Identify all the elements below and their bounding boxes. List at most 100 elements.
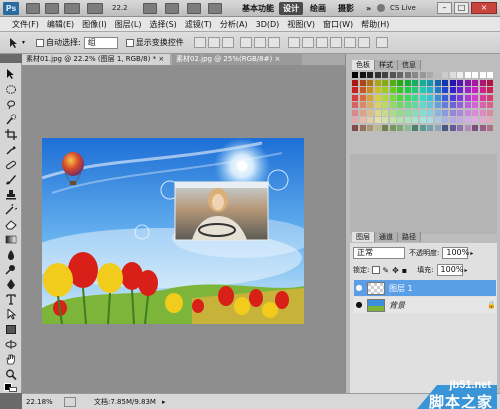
distribute-vcenter-icon[interactable] (301, 37, 314, 48)
color-swatch[interactable] (412, 124, 418, 131)
color-swatch[interactable] (374, 124, 381, 131)
color-swatch[interactable] (374, 117, 381, 123)
color-swatch[interactable] (434, 102, 441, 108)
history-brush-tool-icon[interactable] (5, 204, 17, 215)
color-swatch[interactable] (404, 109, 411, 116)
color-swatch[interactable] (427, 79, 433, 86)
color-swatch[interactable] (442, 124, 448, 131)
color-swatch[interactable] (419, 117, 426, 123)
eyedropper-tool-icon[interactable] (5, 144, 17, 155)
preset-dropdown-icon[interactable]: ▾ (22, 39, 28, 46)
layer-name[interactable]: 背景 (389, 300, 405, 311)
color-swatch[interactable] (419, 79, 426, 86)
color-swatch[interactable] (352, 94, 358, 101)
color-swatch[interactable] (367, 117, 373, 123)
color-swatch[interactable] (427, 124, 433, 131)
color-swatch[interactable] (457, 117, 463, 123)
color-swatch[interactable] (479, 87, 486, 93)
lock-paint-icon[interactable]: ✎ (382, 266, 389, 275)
path-selection-tool-icon[interactable] (5, 309, 17, 320)
lasso-tool-icon[interactable] (5, 99, 17, 110)
color-swatch[interactable] (472, 124, 478, 131)
color-swatch[interactable] (352, 109, 358, 116)
3d-rotate-tool-icon[interactable] (5, 339, 17, 350)
color-swatch[interactable] (412, 72, 418, 78)
brush-tool-icon[interactable] (5, 174, 17, 185)
color-swatch[interactable] (382, 94, 388, 101)
color-swatch[interactable] (487, 72, 493, 78)
color-swatch[interactable] (359, 109, 366, 116)
color-swatch[interactable] (442, 72, 448, 78)
color-swatch[interactable] (419, 72, 426, 78)
align-top-icon[interactable] (193, 37, 206, 48)
color-swatch[interactable] (442, 94, 448, 101)
color-swatch[interactable] (487, 102, 493, 108)
color-swatch[interactable] (374, 94, 381, 101)
color-swatch[interactable] (472, 117, 478, 123)
opacity-input[interactable]: 100% (442, 247, 469, 259)
color-swatch[interactable] (434, 79, 441, 86)
marquee-tool-icon[interactable] (5, 84, 17, 95)
tab-swatches[interactable]: 色板 (352, 60, 375, 70)
workspace-painting[interactable]: 绘画 (306, 2, 330, 15)
color-swatch[interactable] (434, 87, 441, 93)
status-menu-icon[interactable]: ▸ (162, 398, 166, 406)
color-swatch[interactable] (449, 79, 456, 86)
color-swatch[interactable] (487, 87, 493, 93)
color-swatch[interactable] (457, 79, 463, 86)
color-swatch[interactable] (449, 94, 456, 101)
color-swatch[interactable] (487, 94, 493, 101)
menu-file[interactable]: 文件(F) (8, 17, 43, 32)
color-swatch[interactable] (472, 72, 478, 78)
color-swatch[interactable] (412, 117, 418, 123)
color-swatch[interactable] (479, 109, 486, 116)
color-swatch[interactable] (389, 87, 396, 93)
color-swatch[interactable] (457, 94, 463, 101)
dodge-tool-icon[interactable] (5, 264, 17, 275)
color-swatch[interactable] (479, 102, 486, 108)
color-swatch[interactable] (449, 72, 456, 78)
menu-filter[interactable]: 滤镜(T) (181, 17, 216, 32)
color-swatch[interactable] (472, 87, 478, 93)
color-swatch[interactable] (457, 102, 463, 108)
workspace-essentials[interactable]: 基本功能 (238, 2, 278, 15)
color-swatch[interactable] (367, 102, 373, 108)
color-swatch[interactable] (472, 79, 478, 86)
color-swatch[interactable] (419, 102, 426, 108)
color-swatch[interactable] (359, 72, 366, 78)
hand-tool-icon[interactable] (143, 3, 157, 14)
fill-dropdown-icon[interactable]: ▸ (465, 267, 468, 274)
close-button[interactable]: × (471, 2, 497, 14)
type-tool-icon[interactable] (5, 294, 17, 305)
color-swatch[interactable] (427, 102, 433, 108)
quick-select-tool-icon[interactable] (5, 114, 17, 125)
color-swatch[interactable] (389, 117, 396, 123)
crop-tool-icon[interactable] (5, 129, 17, 140)
tab-document-2[interactable]: 素材02.jpg @ 25%(RGB/8#) × (172, 54, 302, 65)
color-swatch[interactable] (419, 109, 426, 116)
color-swatch[interactable] (352, 87, 358, 93)
color-swatch[interactable] (367, 124, 373, 131)
distribute-bottom-icon[interactable] (315, 37, 328, 48)
color-swatch[interactable] (404, 79, 411, 86)
color-swatch[interactable] (359, 79, 366, 86)
zoom-tool-icon[interactable] (87, 3, 103, 14)
color-swatch[interactable] (434, 117, 441, 123)
color-swatch[interactable] (442, 117, 448, 123)
color-swatch[interactable] (374, 79, 381, 86)
color-swatch[interactable] (404, 102, 411, 108)
color-swatch[interactable] (382, 72, 388, 78)
color-swatch[interactable] (427, 117, 433, 123)
align-right-icon[interactable] (267, 37, 280, 48)
zoom-tool-icon[interactable] (5, 369, 17, 380)
color-swatch[interactable] (449, 124, 456, 131)
more-workspaces-button[interactable]: » (362, 2, 375, 15)
document-canvas-image[interactable] (42, 138, 304, 324)
color-swatch[interactable] (389, 102, 396, 108)
menu-view[interactable]: 视图(V) (283, 17, 319, 32)
color-swatch[interactable] (404, 72, 411, 78)
minimize-button[interactable]: – (437, 2, 452, 14)
color-swatch[interactable] (434, 72, 441, 78)
visibility-eye-icon[interactable]: ● (354, 300, 364, 310)
layer-row-layer1[interactable]: ● 图层 1 (354, 280, 496, 296)
